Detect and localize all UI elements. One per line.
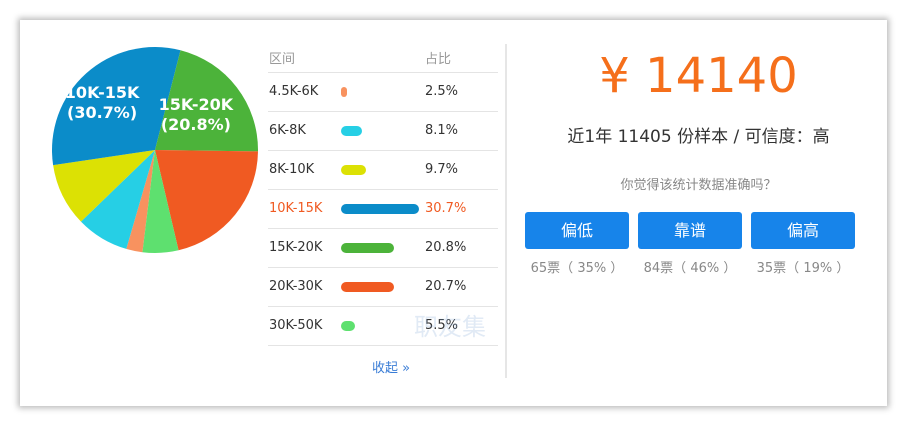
vote-accurate-count: 84票（ 46% ） [643,261,737,276]
row-range: 8K-10K [269,162,315,177]
row-pct: 2.5% [425,84,459,99]
salary-pie-chart: 10K-15K (30.7%) 15K-20K (20.8%) [50,45,260,255]
row-range: 20K-30K [269,279,323,294]
pie-svg: 10K-15K(30.7%) 15K-20K(20.8%) [51,46,258,253]
pie-label: 15K-20K [159,95,234,114]
table-row: 15K-20K 20.8% [268,229,498,268]
row-range: 10K-15K [269,201,323,216]
table-row: 20K-30K 20.7% [268,268,498,307]
row-pct: 20.7% [425,279,467,294]
row-range: 6K-8K [269,123,306,138]
pie-label: 10K-15K [65,83,140,102]
pie-label: (30.7%) [67,103,137,122]
table-row: 8K-10K 9.7% [268,151,498,190]
table-row-highlighted: 10K-15K 30.7% [268,190,498,229]
watermark: 职友集 [414,313,486,341]
row-range: 30K-50K [269,318,323,333]
row-pct: 30.7% [425,201,467,216]
row-pct: 20.8% [425,240,467,255]
pie-label: (20.8%) [161,115,231,134]
divider [505,44,507,378]
row-bar [341,165,366,175]
collapse-link[interactable]: 收起 » [372,357,410,376]
row-bar [341,87,348,97]
row-bar [341,126,362,136]
row-range: 15K-20K [269,240,323,255]
row-bar [341,321,355,331]
header-range: 区间 [269,52,296,67]
average-salary: ¥ 14140 [599,48,798,104]
vote-accurate-button[interactable]: 靠谱 [638,212,742,249]
header-pct: 占比 [425,52,452,67]
sample-info: 近1年 11405 份样本 / 可信度：高 [567,127,830,147]
vote-high-button[interactable]: 偏高 [751,212,855,249]
row-range: 4.5K-6K [269,84,319,99]
accuracy-question: 你觉得该统计数据准确吗？ [620,178,777,193]
salary-range-table: 区间 占比 4.5K-6K 2.5% 6K-8K 8.1% 8K-10K 9.7… [268,42,498,346]
vote-high-count: 35票（ 19% ） [756,261,850,276]
row-pct: 8.1% [425,123,459,138]
table-row: 6K-8K 8.1% [268,112,498,151]
table-header: 区间 占比 [268,42,498,73]
salary-card: 10K-15K (30.7%) 15K-20K (20.8%) 区间 占比 4.5K-… [20,20,887,406]
table-row: 4.5K-6K 2.5% [268,73,498,112]
vote-low-count: 65票（ 35% ） [530,261,624,276]
row-bar [341,282,394,292]
row-pct: 9.7% [425,162,459,177]
row-bar [341,204,419,214]
vote-low-button[interactable]: 偏低 [525,212,629,249]
row-bar [341,243,394,253]
